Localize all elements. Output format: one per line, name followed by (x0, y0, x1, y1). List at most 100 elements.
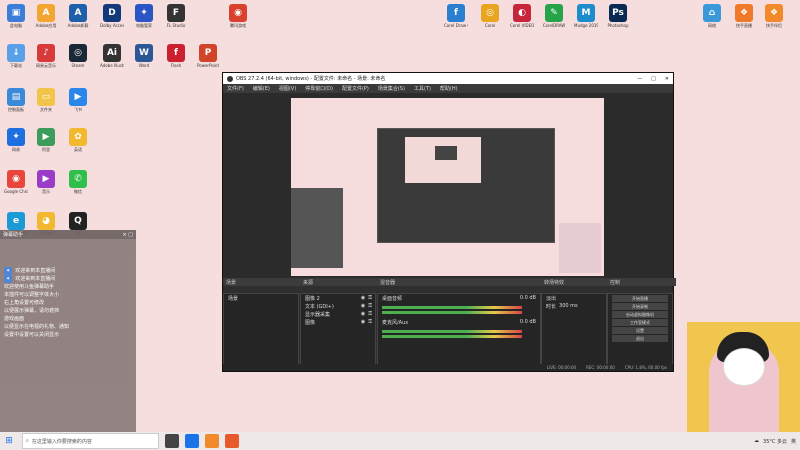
desktop-icon[interactable]: ❖ 快手伴侣 (762, 4, 786, 28)
desktop-icon[interactable]: W Word (132, 44, 156, 68)
desktop-icon[interactable]: ✦ 电脑管家 (132, 4, 156, 28)
source-item[interactable]: 显示器采集 ◉ ⚿ (301, 310, 375, 318)
minimize-icon[interactable]: — (637, 76, 642, 82)
menu-item[interactable]: 场景集合(S) (378, 85, 405, 92)
lock-icon[interactable]: ⚿ (368, 319, 375, 325)
desktop-icon[interactable]: ♪ 网易云音乐 (34, 44, 58, 68)
control-button[interactable]: 开始录制 (612, 303, 668, 310)
menu-item[interactable]: 文件(F) (227, 85, 244, 92)
scene-item[interactable]: 场景 (224, 294, 298, 302)
eye-icon[interactable]: ◉ (361, 295, 365, 301)
taskbar-app-icon[interactable] (165, 434, 179, 448)
obs-preview-canvas[interactable] (291, 98, 604, 276)
desktop-icon[interactable]: ▤ 控制面板 (4, 88, 28, 112)
desktop-icon[interactable]: A Adobe应用 (34, 4, 58, 28)
chat-window-controls[interactable]: × □ (122, 232, 133, 238)
desktop-icon[interactable]: ✆ 微信 (66, 170, 90, 194)
chat-message: 以便显示在电视的礼物、通知 (4, 324, 70, 330)
audio-meter (382, 330, 522, 333)
desktop-icon-label: Mudge 2019 (574, 23, 598, 28)
sources-list[interactable]: 图像 2 ◉ ⚿ 文本 (GDI+) ◉ ⚿ 显示器采集 ◉ ⚿ 图像 ◉ ⚿ (300, 293, 376, 368)
eye-icon[interactable]: ◉ (361, 311, 365, 317)
search-icon: ⌕ (26, 438, 29, 444)
menu-item[interactable]: 视图(V) (279, 85, 296, 92)
menu-item[interactable]: 停靠窗口(D) (305, 85, 333, 92)
preview-webcam (559, 223, 601, 273)
mixer-dock-header: 混音器 (377, 278, 542, 286)
obs-window[interactable]: OBS 27.2.4 (64-bit, windows) - 配置文件: 未命名… (222, 72, 676, 372)
desktop-icon[interactable]: ✦ 网易 (4, 128, 28, 152)
desktop-icon-label: 此电脑 (10, 23, 22, 28)
desktop-icon[interactable]: P PowerPoint (196, 44, 220, 68)
desktop-icon[interactable]: ⌂ 网络 (700, 4, 724, 28)
maximize-icon[interactable]: □ (651, 76, 656, 82)
desktop-icon-label: Corel Draw Graphics (444, 23, 468, 28)
desktop-icon[interactable]: ◉ 腾讯游戏 (226, 4, 250, 28)
transition-type-select[interactable]: 淡出 (542, 294, 606, 302)
lock-icon[interactable]: ⚿ (368, 303, 375, 309)
menu-item[interactable]: 编辑(E) (253, 85, 270, 92)
desktop-icon[interactable]: D Dolby Access (100, 4, 124, 28)
desktop-icon[interactable]: ▭ 文件夹 (34, 88, 58, 112)
desktop-icon[interactable]: ✿ 英语 (66, 128, 90, 152)
eye-icon[interactable]: ◉ (361, 319, 365, 325)
desktop-icon[interactable]: ▶ 飞书 (66, 88, 90, 112)
desktop-icon-label: Word (138, 63, 150, 68)
audio-mixer[interactable]: 桌面音频 0.0 dB 麦克风/Aux 0.0 dB (377, 293, 541, 368)
desktop-icon[interactable]: AiAdobe Illustrator (100, 44, 124, 68)
scenes-list[interactable]: 场景 (223, 293, 299, 368)
transition-duration[interactable]: 时长 300 ms (542, 302, 606, 310)
desktop-icon[interactable]: Ps Photoshop (606, 4, 630, 28)
obs-titlebar[interactable]: OBS 27.2.4 (64-bit, windows) - 配置文件: 未命名… (223, 73, 673, 84)
menu-item[interactable]: 工具(T) (414, 85, 431, 92)
desktop-icon[interactable]: ✎ CorelDRAW (542, 4, 566, 28)
desktop-icon[interactable]: F FL Studio (164, 4, 188, 28)
control-button[interactable]: 工作室模式 (612, 319, 668, 326)
taskbar-app-icon[interactable] (225, 434, 239, 448)
user-badge: ✦ (4, 267, 13, 275)
taskbar-app-icon[interactable] (185, 434, 199, 448)
chat-message: ✦ 欢迎来到本直播间 (4, 267, 56, 275)
chat-message: 本插件可以调整字体大小 (4, 292, 60, 298)
source-item[interactable]: 文本 (GDI+) ◉ ⚿ (301, 302, 375, 310)
close-icon[interactable]: ✕ (665, 76, 669, 82)
desktop-icon[interactable]: A Adobe卸载 (66, 4, 90, 28)
desktop-icon[interactable]: ▣ 此电脑 (4, 4, 28, 28)
menu-item[interactable]: 配置文件(P) (342, 85, 369, 92)
weather-text[interactable]: 35°C 多云 (763, 438, 787, 445)
desktop-icon[interactable]: ▶ 音乐 (34, 170, 58, 194)
desktop-icon[interactable]: ◎ Steam (66, 44, 90, 68)
desktop-icon[interactable]: ↓ 下载站 (4, 44, 28, 68)
source-item[interactable]: 图像 ◉ ⚿ (301, 318, 375, 326)
desktop-icon[interactable]: ◎ Corel (478, 4, 502, 28)
app-icon: e (7, 212, 25, 230)
desktop-icon[interactable]: ▶ 阿里 (34, 128, 58, 152)
control-button[interactable]: 启动虚拟摄像机 (612, 311, 668, 318)
app-icon: ✦ (7, 128, 25, 146)
desktop-icon[interactable]: f Flash (164, 44, 188, 68)
nested-preview (377, 128, 555, 243)
app-icon: f (447, 4, 465, 22)
lock-icon[interactable]: ⚿ (368, 311, 375, 317)
taskbar-app-icon[interactable] (205, 434, 219, 448)
app-icon: ▶ (37, 128, 55, 146)
lock-icon[interactable]: ⚿ (368, 295, 375, 301)
menu-item[interactable]: 帮助(H) (440, 85, 458, 92)
chat-message: ✦ 欢迎来到本直播间 (4, 275, 56, 283)
control-button[interactable]: 退出 (612, 335, 668, 342)
desktop-icon[interactable]: ◐Corel VIDEOSTUDIO (510, 4, 534, 28)
eye-icon[interactable]: ◉ (361, 303, 365, 309)
desktop-icon[interactable]: fCorel Draw Graphics (444, 4, 468, 28)
language-indicator[interactable]: 英 (791, 438, 796, 445)
control-button[interactable]: 设置 (612, 327, 668, 334)
transitions-panel[interactable]: 淡出 时长 300 ms (541, 293, 607, 368)
desktop-icon[interactable]: M Mudge 2019 (574, 4, 598, 28)
desktop-icon[interactable]: ◉Google Chrome (4, 170, 28, 194)
start-button[interactable]: ⊞ (0, 432, 18, 450)
control-button[interactable]: 开始直播 (612, 295, 668, 302)
source-item[interactable]: 图像 2 ◉ ⚿ (301, 294, 375, 302)
desktop-icon[interactable]: ❖ 快手直播 (732, 4, 756, 28)
app-icon: Ai (103, 44, 121, 62)
chat-title: 弹幕助手 (3, 232, 24, 238)
taskbar-search[interactable]: ⌕ 在这里输入你要搜索的内容 (22, 433, 159, 449)
